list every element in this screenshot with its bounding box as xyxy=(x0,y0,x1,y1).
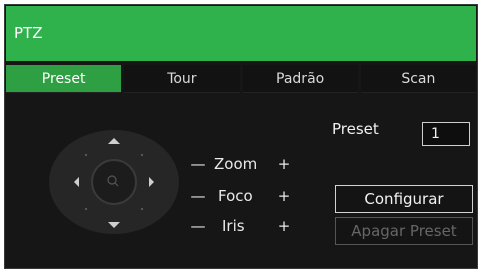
diagonal-up-left-dot[interactable] xyxy=(84,153,88,157)
iris-open-button[interactable]: + xyxy=(274,217,294,235)
ptz-panel: PTZ Preset Tour Padrão Scan — Zoom + — F… xyxy=(4,4,478,269)
diagonal-down-left-dot[interactable] xyxy=(84,207,88,211)
configure-button[interactable]: Configurar xyxy=(335,185,473,213)
focus-far-button[interactable]: + xyxy=(274,187,294,205)
preset-number-input[interactable] xyxy=(422,122,470,146)
focus-control: — Foco + xyxy=(188,187,308,209)
focus-label: Foco xyxy=(218,187,253,205)
tab-bar: Preset Tour Padrão Scan xyxy=(6,65,476,93)
diagonal-up-right-dot[interactable] xyxy=(140,153,144,157)
iris-control: — Iris + xyxy=(188,217,308,239)
tab-preset[interactable]: Preset xyxy=(6,65,122,93)
zoom-in-button[interactable]: + xyxy=(274,155,294,173)
tab-tour[interactable]: Tour xyxy=(124,65,240,93)
pan-tilt-joystick[interactable] xyxy=(46,129,182,235)
tab-padrao[interactable]: Padrão xyxy=(242,65,358,93)
preset-label: Preset xyxy=(332,120,379,138)
diagonal-down-right-dot[interactable] xyxy=(140,207,144,211)
window-title: PTZ xyxy=(14,24,43,42)
delete-preset-button[interactable]: Apagar Preset xyxy=(335,217,473,245)
zoom-control: — Zoom + xyxy=(188,155,308,177)
joystick-graphic xyxy=(49,130,179,234)
title-bar: PTZ xyxy=(6,6,476,61)
focus-near-button[interactable]: — xyxy=(188,187,208,205)
joystick-inner-ring xyxy=(91,159,137,205)
zoom-out-button[interactable]: — xyxy=(188,155,208,173)
iris-label: Iris xyxy=(222,217,245,235)
tab-scan[interactable]: Scan xyxy=(360,65,476,93)
zoom-label: Zoom xyxy=(214,155,258,173)
iris-close-button[interactable]: — xyxy=(188,217,208,235)
